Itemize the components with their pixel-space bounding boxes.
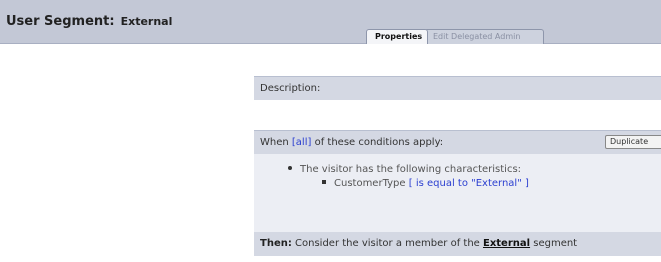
description-panel: Description:	[254, 76, 661, 100]
segment-name: External	[120, 15, 173, 28]
tab-properties[interactable]: Properties	[366, 29, 428, 44]
square-bullet-icon	[322, 180, 326, 184]
then-bar: Then: Consider the visitor a member of t…	[254, 232, 661, 256]
criterion-link[interactable]: [ is equal to "External" ]	[409, 178, 529, 189]
conditions-suffix: of these conditions apply:	[311, 137, 444, 148]
conditions-text: When [all] of these conditions apply:	[260, 137, 443, 148]
rule-intro: The visitor has the following characteri…	[300, 164, 522, 175]
segment-header: User Segment: External Properties Edit De…	[0, 0, 661, 44]
tab-edit-delegated-admin[interactable]: Edit Delegated Admin	[424, 29, 544, 44]
bullet-icon	[288, 166, 292, 170]
conditions-header: When [all] of these conditions apply: Du…	[254, 130, 661, 154]
segment-link[interactable]: External	[483, 238, 530, 249]
page-title: User Segment: External	[6, 14, 172, 29]
quantifier-link[interactable]: [all]	[292, 137, 312, 148]
then-label: Then:	[260, 238, 292, 249]
conditions-prefix: When	[260, 137, 292, 148]
then-text-before: Consider the visitor a member of the	[291, 238, 483, 249]
then-text-after: segment	[530, 238, 578, 249]
duplicate-button[interactable]: Duplicate	[605, 135, 661, 149]
conditions-body: The visitor has the following characteri…	[254, 154, 661, 232]
then-text: Then: Consider the visitor a member of t…	[260, 238, 577, 249]
criterion-item: CustomerType [ is equal to "External" ]	[322, 178, 529, 189]
rule-item: The visitor has the following characteri…	[288, 164, 521, 175]
attribute-name: CustomerType	[334, 178, 406, 189]
description-label: Description:	[260, 83, 321, 94]
segment-title-label: User Segment:	[6, 14, 115, 29]
